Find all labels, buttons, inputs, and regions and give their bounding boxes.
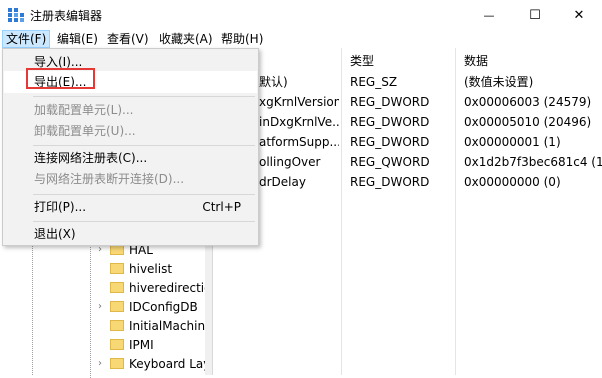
- title-bar: 注册表编辑器 — ☐ ✕: [0, 0, 602, 30]
- menu-separator: [33, 221, 255, 222]
- menu-help[interactable]: 帮助(H): [218, 31, 266, 47]
- tree-item-label: IPMI: [129, 337, 154, 352]
- tree-item-label: Keyboard Lay: [129, 356, 211, 371]
- tree-item[interactable]: › Keyboard Lay: [98, 354, 210, 373]
- value-type: REG_DWORD: [350, 115, 430, 129]
- menu-item-unload-hive: 卸载配置单元(U)...: [4, 120, 257, 142]
- minimize-icon: —: [483, 8, 495, 22]
- column-separator[interactable]: [341, 48, 342, 375]
- menu-item-label: 与网络注册表断开连接(D)...: [34, 172, 185, 186]
- folder-icon: [110, 301, 124, 312]
- folder-icon: [110, 320, 124, 331]
- column-header-data[interactable]: 数据: [464, 52, 488, 72]
- maximize-icon: ☐: [529, 7, 541, 23]
- close-button[interactable]: ✕: [556, 0, 602, 30]
- chevron-right-icon[interactable]: ›: [98, 358, 110, 369]
- minimize-button[interactable]: —: [466, 0, 512, 30]
- value-data: (数值未设置): [464, 75, 534, 89]
- value-name[interactable]: xgKrnlVersion: [259, 92, 339, 112]
- tree-item-label: InitialMachine: [129, 318, 213, 333]
- value-type: REG_DWORD: [350, 175, 430, 189]
- folder-icon: [110, 339, 124, 350]
- tree-item[interactable]: IPMI: [98, 335, 154, 354]
- value-data: 0x00000000 (0): [464, 175, 561, 189]
- tree-item-label: hivelist: [129, 261, 173, 276]
- values-list-pane[interactable]: 类型 数据 默认) REG_SZ (数值未设置) xgKrnlVersion R…: [213, 48, 602, 375]
- close-icon: ✕: [573, 7, 585, 23]
- tree-item-label: IDConfigDB: [129, 299, 198, 314]
- value-data: 0x00000001 (1): [464, 135, 561, 149]
- value-type: REG_DWORD: [350, 135, 430, 149]
- menu-bar: 文件(F) 编辑(E) 查看(V) 收藏夹(A) 帮助(H): [0, 30, 602, 48]
- menu-item-label: 连接网络注册表(C)...: [34, 151, 148, 165]
- regedit-icon: [8, 8, 24, 22]
- value-name[interactable]: ollingOver: [259, 152, 339, 172]
- maximize-button[interactable]: ☐: [512, 0, 558, 30]
- window-title: 注册表编辑器: [30, 9, 103, 23]
- folder-icon: [110, 263, 124, 274]
- column-header-type[interactable]: 类型: [350, 52, 374, 72]
- tree-item[interactable]: InitialMachine: [98, 316, 212, 335]
- menu-item-exit[interactable]: 退出(X): [4, 223, 257, 245]
- menu-item-disconnect-network-registry: 与网络注册表断开连接(D)...: [4, 168, 257, 190]
- tree-guide-line: [90, 238, 92, 378]
- value-name[interactable]: 默认): [259, 72, 339, 92]
- tree-item-label: hiveredirectio: [129, 280, 212, 295]
- menu-separator: [33, 96, 255, 97]
- menu-edit[interactable]: 编辑(E): [54, 31, 101, 47]
- value-name[interactable]: drDelay: [259, 172, 339, 192]
- tree-item[interactable]: hivelist: [98, 259, 172, 278]
- menu-separator: [33, 194, 255, 195]
- value-data: 0x1d2b7f3bec681c4 (131: [464, 155, 602, 169]
- tree-item[interactable]: hiveredirectio: [98, 278, 211, 297]
- chevron-right-icon[interactable]: ›: [98, 301, 110, 312]
- column-separator[interactable]: [455, 48, 456, 375]
- menu-favorites[interactable]: 收藏夹(A): [156, 31, 216, 47]
- value-type: REG_QWORD: [350, 155, 430, 169]
- value-data: 0x00005010 (20496): [464, 115, 592, 129]
- menu-item-label: 退出(X): [34, 227, 76, 241]
- menu-item-label: 打印(P)...: [34, 200, 87, 214]
- value-name[interactable]: inDxgKrnlVe...: [259, 112, 339, 132]
- menu-item-shortcut: Ctrl+P: [202, 200, 241, 214]
- value-type: REG_SZ: [350, 75, 398, 89]
- menu-item-label: 加载配置单元(L)...: [34, 103, 134, 117]
- menu-item-label: 卸载配置单元(U)...: [34, 124, 136, 138]
- menu-view[interactable]: 查看(V): [104, 31, 152, 47]
- folder-icon: [110, 358, 124, 369]
- menu-separator: [33, 145, 255, 146]
- folder-icon: [110, 282, 124, 293]
- value-type: REG_DWORD: [350, 95, 430, 109]
- menu-item-connect-network-registry[interactable]: 连接网络注册表(C)...: [4, 147, 257, 169]
- tree-item[interactable]: › IDConfigDB: [98, 297, 198, 316]
- menu-item-print[interactable]: 打印(P)... Ctrl+P: [4, 196, 257, 218]
- menu-item-load-hive: 加载配置单元(L)...: [4, 99, 257, 121]
- menu-file[interactable]: 文件(F): [2, 30, 51, 48]
- highlight-box: [26, 68, 95, 89]
- value-name[interactable]: atformSupp...: [259, 132, 339, 152]
- value-data: 0x00006003 (24579): [464, 95, 592, 109]
